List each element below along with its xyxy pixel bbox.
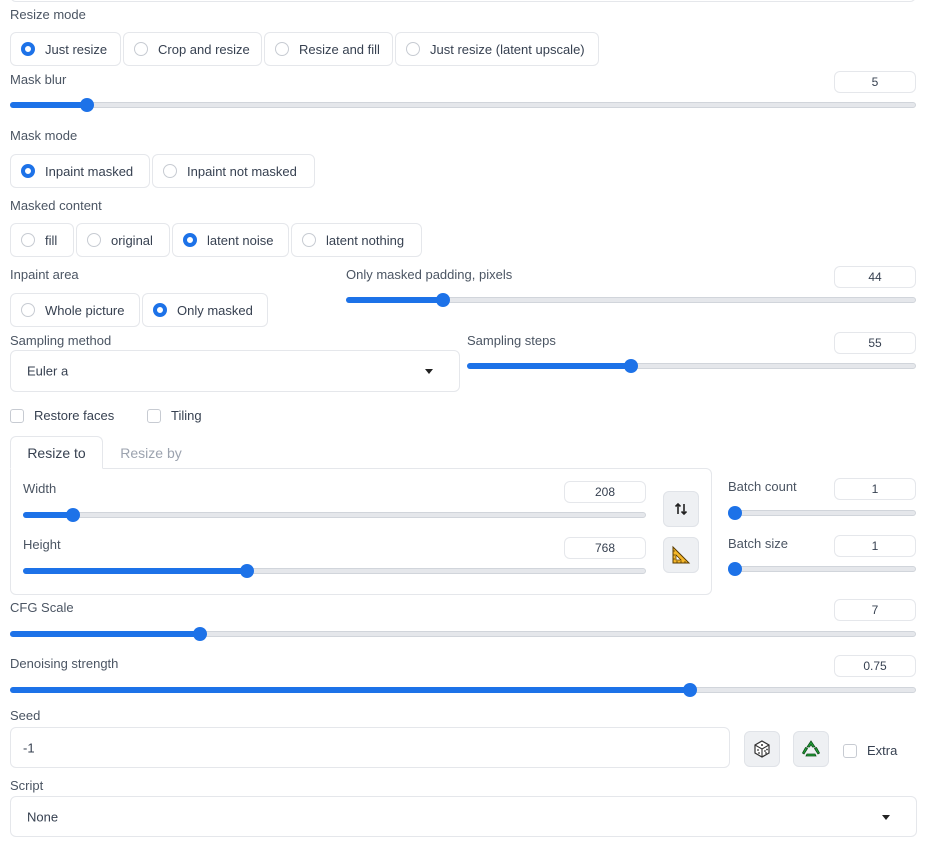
denoising-strength-label: Denoising strength [10,656,119,671]
batch-size-slider[interactable] [728,562,916,576]
script-value: None [27,809,59,824]
batch-count-label: Batch count [728,479,797,494]
tiling-checkbox[interactable]: Tiling [147,408,202,423]
resize-mode-group: Just resize Crop and resize Resize and f… [10,32,599,66]
slider-knob[interactable] [728,562,742,576]
checkbox-icon [10,408,24,423]
cfg-scale-input[interactable]: 7 [834,599,916,621]
batch-size-label: Batch size [728,536,788,551]
caret-down-icon [425,369,433,374]
cfg-scale-label: CFG Scale [10,600,74,615]
width-input[interactable]: 208 [564,481,646,503]
inpaint-area-label: Inpaint area [10,267,79,282]
masked-content-original[interactable]: original [76,223,170,257]
radio-icon [163,164,177,178]
batch-count-input[interactable]: 1 [834,478,916,500]
inpaint-area-whole-picture[interactable]: Whole picture [10,293,140,327]
extra-checkbox[interactable]: Extra [843,743,897,758]
denoising-strength-input[interactable]: 0.75 [834,655,916,677]
radio-icon [21,303,35,317]
mask-mode-inpaint-not-masked[interactable]: Inpaint not masked [152,154,315,188]
dice-icon [754,740,770,758]
mask-mode-inpaint-masked[interactable]: Inpaint masked [10,154,150,188]
sampling-steps-slider[interactable] [467,359,916,373]
masked-content-group: fill original latent noise latent nothin… [10,223,422,257]
inpaint-area-group: Whole picture Only masked [10,293,268,327]
swap-dimensions-button[interactable] [663,491,699,527]
cfg-scale-slider[interactable] [10,627,916,641]
only-masked-padding-label: Only masked padding, pixels [346,267,513,282]
inpaint-area-only-masked[interactable]: Only masked [142,293,268,327]
radio-icon [21,233,35,247]
script-dropdown[interactable]: None [10,796,917,837]
seed-input[interactable]: -1 [10,727,730,768]
slider-knob[interactable] [80,98,94,112]
slider-knob[interactable] [623,359,638,373]
width-slider[interactable] [23,508,646,522]
radio-icon [406,42,420,56]
mask-mode-label: Mask mode [10,128,78,143]
height-slider[interactable] [23,564,646,578]
denoising-strength-slider[interactable] [10,683,916,697]
batch-count-slider[interactable] [728,506,916,520]
batch-size-input[interactable]: 1 [834,535,916,557]
tab-resize-by[interactable]: Resize by [106,436,196,469]
resize-mode-label: Resize mode [10,7,86,22]
restore-faces-checkbox[interactable]: Restore faces [10,408,114,423]
slider-knob[interactable] [682,683,697,697]
resize-mode-latent-upscale[interactable]: Just resize (latent upscale) [395,32,599,66]
radio-selected-icon [153,303,167,317]
mask-blur-input[interactable]: 5 [834,71,916,93]
radio-icon [134,42,148,56]
random-seed-button[interactable] [744,731,780,767]
aspect-ratio-button[interactable] [663,537,699,573]
script-label: Script [10,778,44,793]
height-label: Height [23,537,61,552]
radio-icon [275,42,289,56]
resize-mode-crop-and-resize[interactable]: Crop and resize [123,32,262,66]
radio-icon [87,233,101,247]
height-input[interactable]: 768 [564,537,646,559]
checkbox-icon [843,743,857,758]
masked-content-label: Masked content [10,198,102,213]
resize-mode-just-resize[interactable]: Just resize [10,32,121,66]
slider-knob[interactable] [728,506,742,520]
tab-resize-to[interactable]: Resize to [10,436,103,469]
width-label: Width [23,481,57,496]
seed-label: Seed [10,708,41,723]
sampling-method-dropdown[interactable]: Euler a [10,350,460,392]
masked-content-fill[interactable]: fill [10,223,74,257]
checkbox-icon [147,408,161,423]
radio-selected-icon [183,233,197,247]
slider-knob[interactable] [65,508,80,522]
mask-blur-label: Mask blur [10,72,67,87]
mask-blur-slider[interactable] [10,98,916,112]
swap-vertical-arrows-icon [674,502,688,516]
radio-selected-icon [21,42,35,56]
sampling-method-label: Sampling method [10,333,112,348]
sampling-method-value: Euler a [27,363,69,379]
caret-down-icon [882,814,890,820]
slider-knob[interactable] [193,627,208,641]
radio-icon [302,233,316,247]
recycle-icon [801,740,821,757]
only-masked-padding-slider[interactable] [346,293,916,307]
reuse-seed-button[interactable] [793,731,829,767]
sampling-steps-label: Sampling steps [467,333,556,348]
slider-knob[interactable] [240,564,255,578]
resize-mode-resize-and-fill[interactable]: Resize and fill [264,32,393,66]
radio-selected-icon [21,164,35,178]
mask-mode-group: Inpaint masked Inpaint not masked [10,154,315,188]
previous-panel-edge [10,0,916,2]
masked-content-latent-noise[interactable]: latent noise [172,223,289,257]
masked-content-latent-nothing[interactable]: latent nothing [291,223,422,257]
triangle-ruler-icon [672,545,691,564]
slider-knob[interactable] [435,293,450,307]
only-masked-padding-input[interactable]: 44 [834,266,916,288]
sampling-steps-input[interactable]: 55 [834,332,916,354]
